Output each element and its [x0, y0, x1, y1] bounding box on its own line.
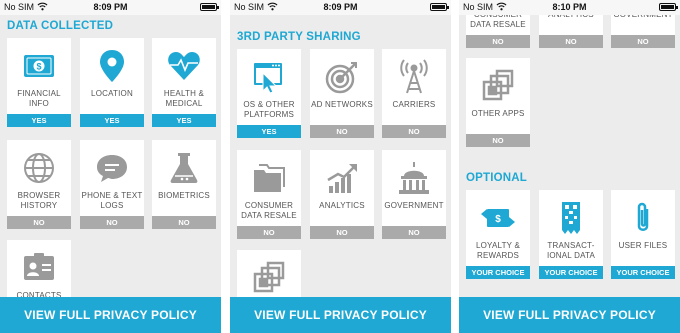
- tile-label: LOYALTY & REWARDS: [475, 241, 521, 260]
- dollar-bill-icon: $: [7, 48, 71, 84]
- status-bar: No SIM 8:09 PM: [0, 0, 221, 15]
- status-badge: NO: [80, 216, 144, 229]
- status-badge: NO: [466, 134, 530, 147]
- tile-label: PHONE & TEXT LOGS: [81, 191, 143, 210]
- tile-label: CARRIERS: [392, 100, 436, 109]
- battery-icon: [200, 3, 219, 11]
- tile-label: AD NETWORKS: [311, 100, 373, 109]
- tile-label: CONSUMER DATA RESALE: [241, 201, 297, 220]
- tile-browser-history[interactable]: BROWSER HISTORY NO: [7, 140, 71, 229]
- view-privacy-policy-button[interactable]: VIEW FULL PRIVACY POLICY: [230, 297, 451, 333]
- status-badge: NO: [382, 125, 446, 138]
- section-title: 3RD PARTY SHARING: [237, 31, 361, 43]
- folders-icon: [237, 160, 301, 196]
- tile-consumer-data-resale[interactable]: CONSUMER DATA RESALE NO: [237, 150, 301, 239]
- status-badge: YES: [7, 114, 71, 127]
- section-title: DATA COLLECTED: [7, 20, 114, 32]
- tile-other-apps[interactable]: OTHER APPS NO: [466, 58, 530, 147]
- tile-label: BIOMETRICS: [158, 191, 210, 200]
- tile-biometrics[interactable]: BIOMETRICS NO: [152, 140, 216, 229]
- trend-chart-icon: [310, 160, 374, 196]
- id-card-icon: [7, 250, 71, 286]
- globe-icon: [7, 150, 71, 186]
- tile-label: OTHER APPS: [471, 109, 525, 118]
- status-badge: NO: [310, 226, 374, 239]
- clock: 8:09 PM: [93, 2, 128, 12]
- battery-icon: [659, 3, 678, 11]
- tile-transactional-data[interactable]: TRANSACT-IONAL DATA YOUR CHOICE: [539, 190, 603, 279]
- chat-bubble-icon: [80, 150, 144, 186]
- svg-text:$: $: [495, 214, 501, 225]
- tile-label: FINANCIAL INFO: [17, 89, 61, 108]
- status-badge: NO: [611, 35, 675, 48]
- tile-ad-networks[interactable]: AD NETWORKS NO: [310, 49, 374, 138]
- clock: 8:09 PM: [323, 2, 358, 12]
- tile-government[interactable]: GOVERNMENT NO: [382, 150, 446, 239]
- screen-optional: No SIM 8:10 PM CONSUMER DATA RESALE NO A…: [459, 0, 680, 333]
- status-badge: NO: [539, 35, 603, 48]
- tile-location[interactable]: LOCATION YES: [80, 38, 144, 127]
- tile-health-medical[interactable]: HEALTH & MEDICAL YES: [152, 38, 216, 127]
- heart-pulse-icon: [152, 48, 216, 84]
- tile-user-files[interactable]: USER FILES YOUR CHOICE: [611, 190, 675, 279]
- tile-loyalty-rewards[interactable]: $ LOYALTY & REWARDS YOUR CHOICE: [466, 190, 530, 279]
- flask-icon: [152, 150, 216, 186]
- tile-label: GOVERNMENT: [384, 201, 444, 210]
- radio-tower-icon: [382, 59, 446, 95]
- tile-carriers[interactable]: CARRIERS NO: [382, 49, 446, 138]
- status-badge: NO: [237, 226, 301, 239]
- screen-data-collected: No SIM 8:09 PM DATA COLLECTED $ FINANCIA…: [0, 0, 221, 333]
- battery-icon: [430, 3, 449, 11]
- view-privacy-policy-button[interactable]: VIEW FULL PRIVACY POLICY: [0, 297, 221, 333]
- status-bar-overlay: No SIM 8:10 PM: [459, 0, 680, 15]
- status-badge: YOUR CHOICE: [611, 266, 675, 279]
- map-pin-icon: [80, 48, 144, 84]
- status-bar: No SIM 8:09 PM: [230, 0, 451, 15]
- section-title: OPTIONAL: [466, 172, 528, 184]
- exchange-card-icon: $: [466, 200, 530, 236]
- status-badge: YOUR CHOICE: [539, 266, 603, 279]
- tile-phone-text-logs[interactable]: PHONE & TEXT LOGS NO: [80, 140, 144, 229]
- capitol-icon: [382, 160, 446, 196]
- tile-label: LOCATION: [91, 89, 133, 98]
- svg-text:$: $: [36, 62, 41, 72]
- tile-label: USER FILES: [618, 241, 668, 250]
- stacked-squares-icon: [237, 260, 301, 296]
- tile-label: TRANSACT-IONAL DATA: [546, 241, 596, 260]
- paperclip-icon: [611, 200, 675, 236]
- screen-third-party-sharing: No SIM 8:09 PM 3RD PARTY SHARING OS & OT…: [230, 0, 451, 333]
- tile-label: HEALTH & MEDICAL: [163, 89, 205, 108]
- stacked-squares-icon: [466, 68, 530, 104]
- status-badge: NO: [466, 35, 530, 48]
- status-badge: NO: [310, 125, 374, 138]
- status-badge: YOUR CHOICE: [466, 266, 530, 279]
- status-badge: YES: [80, 114, 144, 127]
- tile-financial-info[interactable]: $ FINANCIAL INFO YES: [7, 38, 71, 127]
- status-badge: NO: [152, 216, 216, 229]
- status-badge: YES: [152, 114, 216, 127]
- status-badge: NO: [382, 226, 446, 239]
- target-icon: [310, 59, 374, 95]
- view-privacy-policy-button[interactable]: VIEW FULL PRIVACY POLICY: [459, 297, 680, 333]
- window-cursor-icon: [237, 59, 301, 95]
- tile-label: ANALYTICS: [319, 201, 365, 210]
- tile-analytics[interactable]: ANALYTICS NO: [310, 150, 374, 239]
- tile-label: OS & OTHER PLATFORMS: [243, 100, 295, 119]
- qr-receipt-icon: [539, 200, 603, 236]
- tile-label: BROWSER HISTORY: [17, 191, 61, 210]
- status-badge: NO: [7, 216, 71, 229]
- tile-os-other-platforms[interactable]: OS & OTHER PLATFORMS YES: [237, 49, 301, 138]
- clock: 8:10 PM: [552, 2, 587, 12]
- status-badge: YES: [237, 125, 301, 138]
